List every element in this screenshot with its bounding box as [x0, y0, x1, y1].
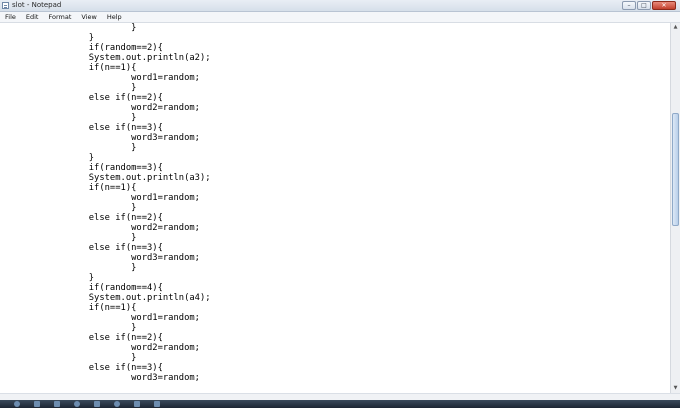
- code-line: }: [4, 153, 95, 163]
- start-button-icon[interactable]: [14, 401, 20, 407]
- code-line: else if(n==3){: [4, 243, 163, 253]
- window-controls: – □ ✕: [622, 1, 676, 10]
- title-bar[interactable]: slot - Notepad – □ ✕: [0, 0, 680, 12]
- code-line: System.out.println(a4);: [4, 293, 211, 303]
- code-line: else if(n==2){: [4, 213, 163, 223]
- code-line: else if(n==3){: [4, 123, 163, 133]
- code-line: }: [4, 263, 137, 273]
- code-line: word3=random;: [4, 373, 200, 383]
- code-line: word3=random;: [4, 253, 200, 263]
- scroll-up-arrow-icon[interactable]: ▲: [671, 23, 680, 32]
- code-line: if(n==1){: [4, 63, 137, 73]
- taskbar-app-icon[interactable]: [154, 401, 160, 407]
- code-line: if(n==1){: [4, 303, 137, 313]
- taskbar-app-icon[interactable]: [94, 401, 100, 407]
- code-line: word2=random;: [4, 103, 200, 113]
- code-line: }: [4, 203, 137, 213]
- menu-file[interactable]: File: [0, 12, 21, 22]
- maximize-button[interactable]: □: [637, 1, 651, 10]
- menu-bar: File Edit Format View Help: [0, 12, 680, 23]
- code-line: }: [4, 23, 137, 33]
- code-line: }: [4, 143, 137, 153]
- code-line: }: [4, 323, 137, 333]
- code-line: else if(n==2){: [4, 93, 163, 103]
- code-line: }: [4, 83, 137, 93]
- code-line: word2=random;: [4, 223, 200, 233]
- horizontal-scrollbar[interactable]: [0, 393, 680, 400]
- scroll-down-arrow-icon[interactable]: ▼: [671, 384, 680, 393]
- taskbar-app-icon[interactable]: [54, 401, 60, 407]
- code-line: word1=random;: [4, 193, 200, 203]
- taskbar-app-icon[interactable]: [114, 401, 120, 407]
- code-line: if(random==4){: [4, 283, 163, 293]
- code-line: }: [4, 233, 137, 243]
- code-line: }: [4, 273, 95, 283]
- code-line: word1=random;: [4, 313, 200, 323]
- notepad-icon: [2, 2, 9, 9]
- code-line: if(random==3){: [4, 163, 163, 173]
- minimize-button[interactable]: –: [622, 1, 636, 10]
- menu-edit[interactable]: Edit: [21, 12, 44, 22]
- menu-format[interactable]: Format: [43, 12, 76, 22]
- scrollbar-thumb[interactable]: [672, 113, 679, 226]
- code-line: System.out.println(a3);: [4, 173, 211, 183]
- code-line: }: [4, 353, 137, 363]
- code-line: else if(n==3){: [4, 363, 163, 373]
- taskbar: [0, 400, 680, 408]
- taskbar-app-icon[interactable]: [34, 401, 40, 407]
- menu-view[interactable]: View: [76, 12, 101, 22]
- vertical-scrollbar[interactable]: ▲ ▼: [670, 23, 680, 393]
- code-line: }: [4, 33, 95, 43]
- code-line: word3=random;: [4, 133, 200, 143]
- code-line: word1=random;: [4, 73, 200, 83]
- taskbar-app-icon[interactable]: [134, 401, 140, 407]
- text-editor-area[interactable]: } } if(random==2){ System.out.println(a2…: [0, 23, 670, 393]
- taskbar-app-icon[interactable]: [74, 401, 80, 407]
- code-line: if(n==1){: [4, 183, 137, 193]
- code-text: } } if(random==2){ System.out.println(a2…: [4, 23, 211, 383]
- code-line: }: [4, 113, 137, 123]
- code-line: if(random==2){: [4, 43, 163, 53]
- code-line: word2=random;: [4, 343, 200, 353]
- code-line: System.out.println(a2);: [4, 53, 211, 63]
- menu-help[interactable]: Help: [102, 12, 127, 22]
- window-title: slot - Notepad: [12, 1, 62, 9]
- close-button[interactable]: ✕: [652, 1, 676, 10]
- code-line: else if(n==2){: [4, 333, 163, 343]
